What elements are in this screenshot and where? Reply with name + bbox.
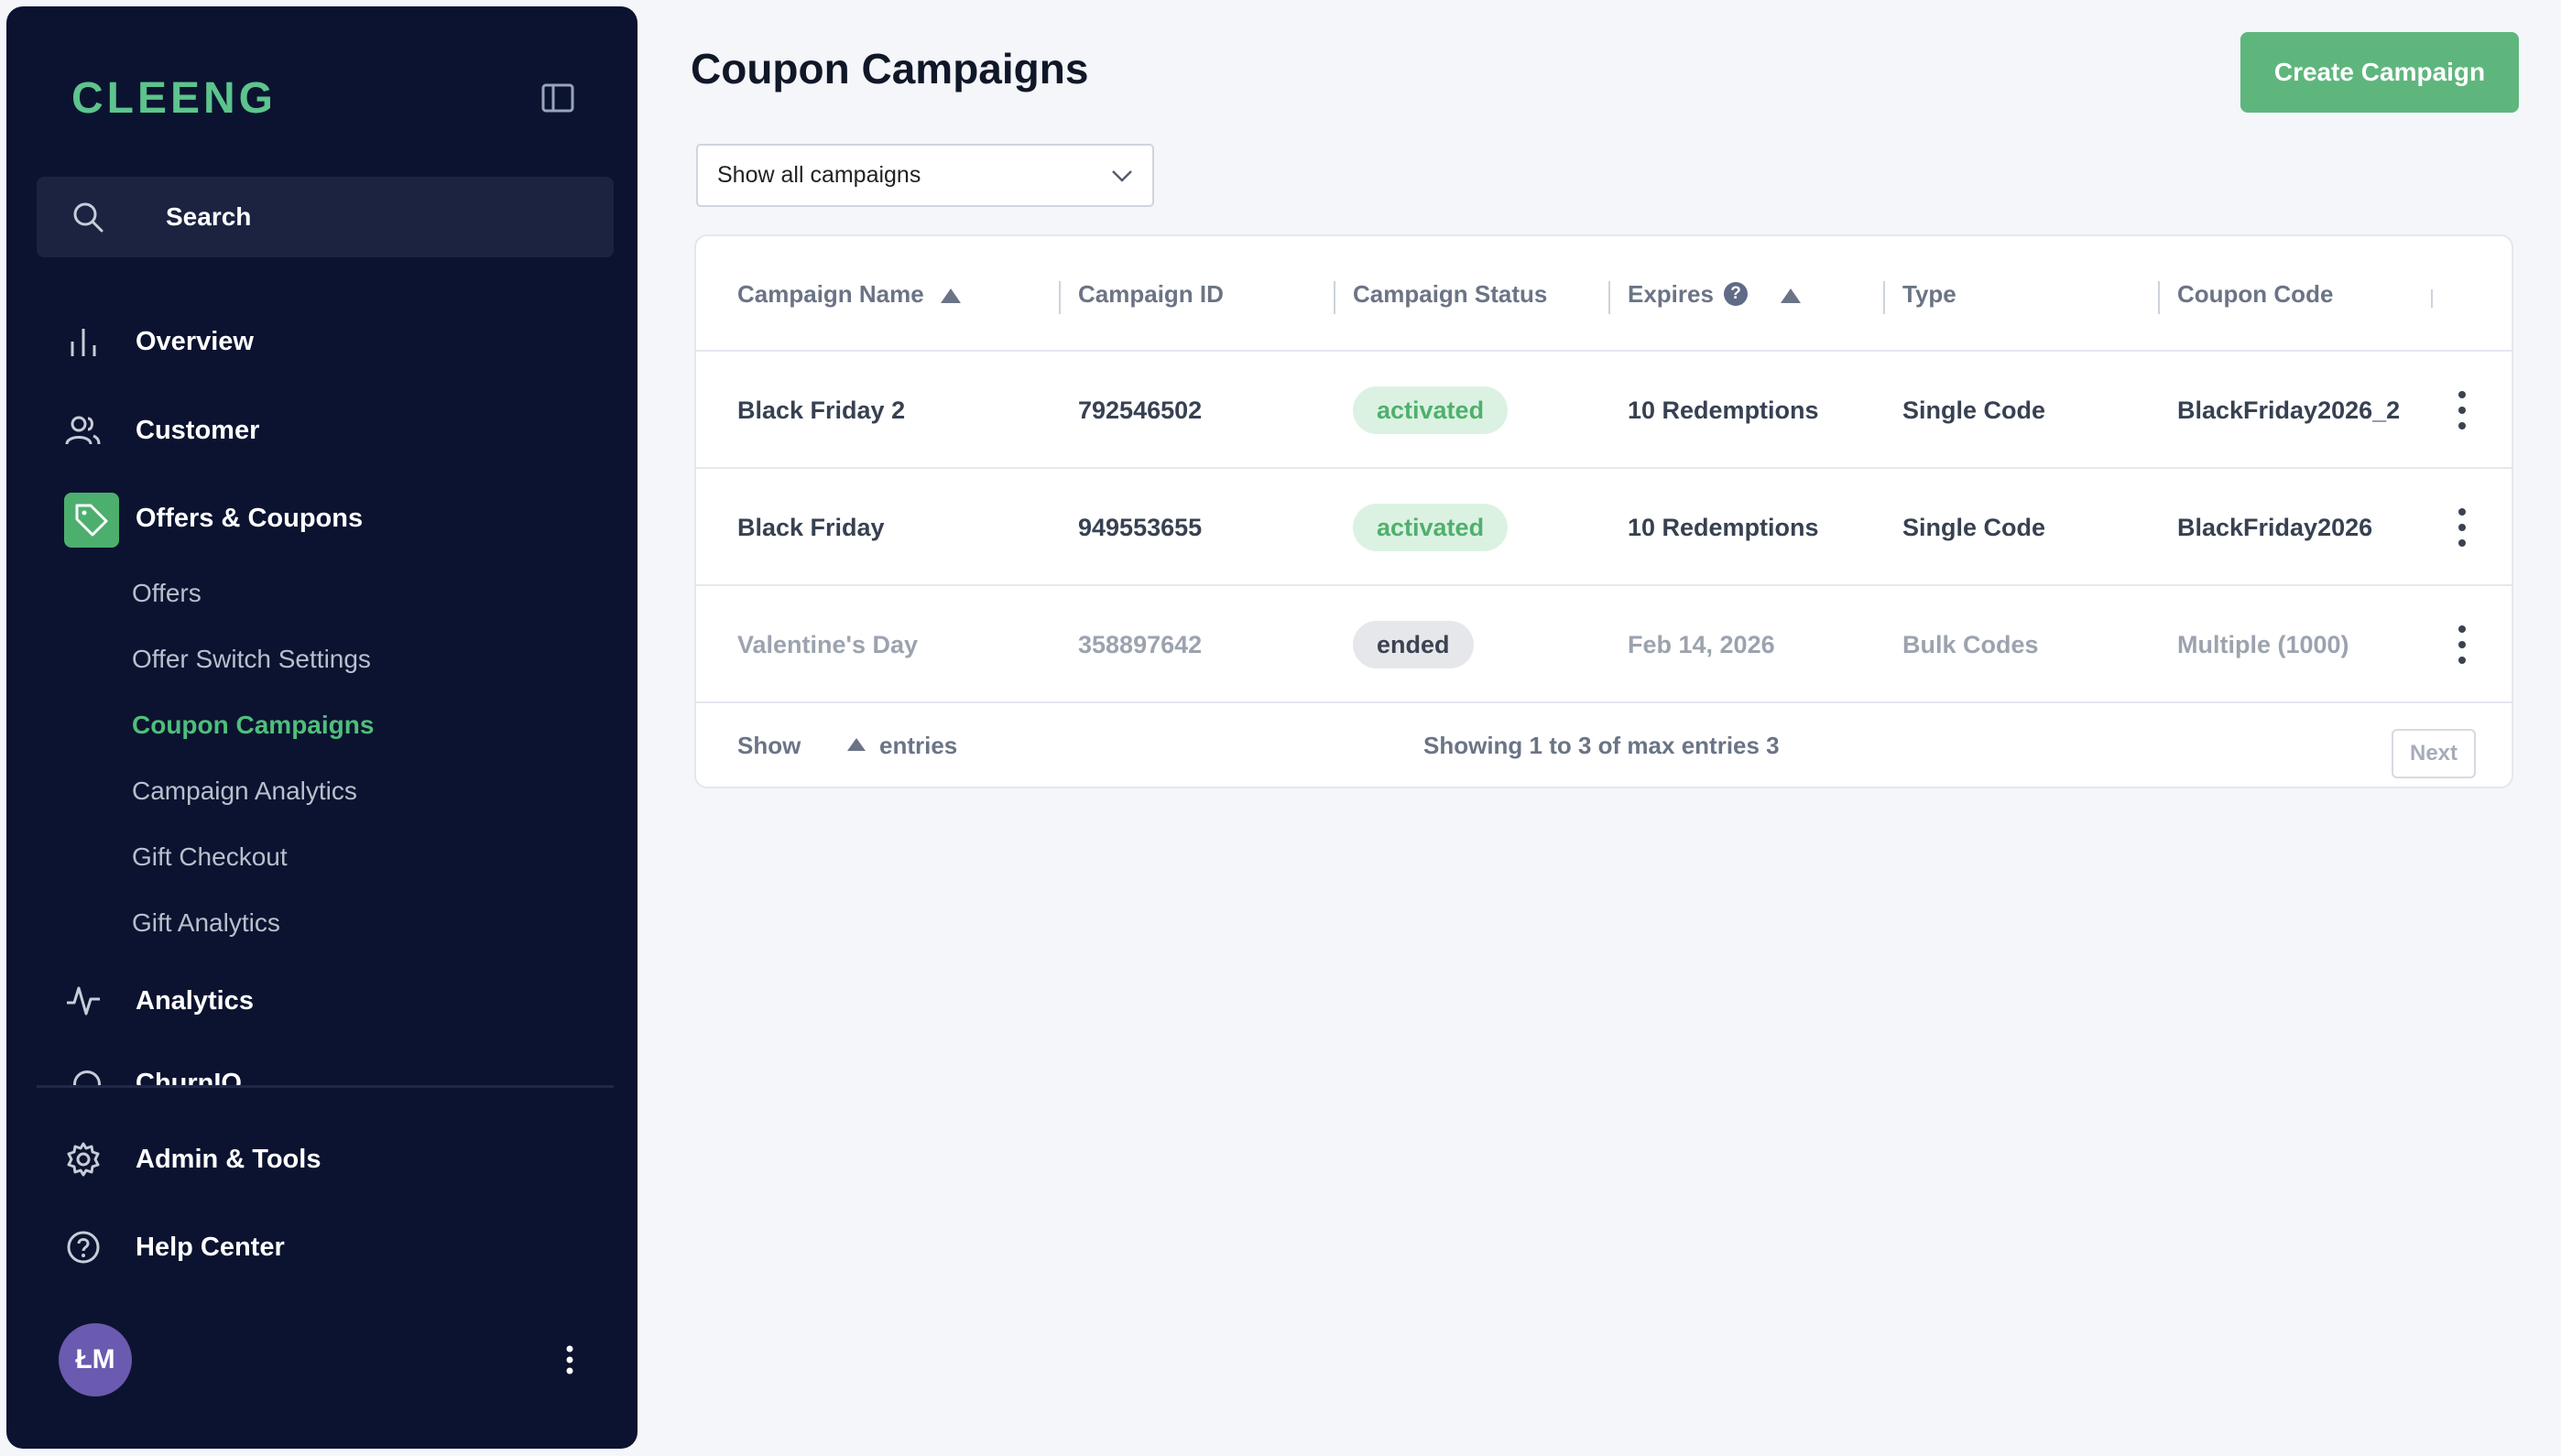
bar-chart-icon	[61, 320, 105, 364]
cell-campaign-name: Black Friday	[737, 514, 885, 541]
column-header-expires[interactable]: Expires	[1628, 236, 1714, 352]
cell-coupon-code: BlackFriday2026	[2177, 514, 2373, 541]
cell-expires: Feb 14, 2026	[1628, 631, 1775, 658]
page-title: Coupon Campaigns	[691, 45, 1089, 92]
row-actions-button[interactable]	[2444, 621, 2480, 668]
churniq-icon	[73, 1070, 101, 1085]
nav-item-help-center[interactable]: Help Center	[37, 1214, 614, 1280]
table-row[interactable]: Valentine's Day 358897642 ended Feb 14, …	[696, 586, 2512, 703]
users-icon	[61, 408, 105, 452]
cell-type: Single Code	[1902, 514, 2046, 541]
search-input[interactable]: Search	[37, 177, 614, 257]
more-vertical-icon	[566, 1345, 573, 1375]
column-header-coupon-code[interactable]: Coupon Code	[2177, 236, 2333, 352]
nav-item-customer[interactable]: Customer	[37, 397, 614, 463]
status-badge: activated	[1353, 386, 1509, 434]
cell-coupon-code: Multiple (1000)	[2177, 631, 2349, 658]
campaigns-table: Campaign Name Campaign ID Campaign Statu…	[694, 234, 2513, 788]
column-header-campaign-id[interactable]: Campaign ID	[1078, 236, 1224, 352]
help-icon[interactable]: ?	[1724, 282, 1748, 306]
sort-asc-icon[interactable]	[1779, 287, 1803, 305]
column-separator	[1334, 281, 1335, 314]
filter-selected-value: Show all campaigns	[717, 162, 921, 188]
sidebar-toggle-icon	[541, 83, 574, 113]
cell-coupon-code: BlackFriday2026_2	[2177, 397, 2401, 424]
table-header: Campaign Name Campaign ID Campaign Statu…	[696, 236, 2512, 352]
nav-item-churniq[interactable]: ChurnIQ	[37, 1059, 614, 1085]
sidebar: CLEENG Search Overview Customer Offers &…	[6, 6, 638, 1449]
sidebar-collapse-button[interactable]	[538, 78, 578, 118]
campaign-filter-select[interactable]: Show all campaigns	[696, 144, 1154, 207]
column-separator	[1608, 281, 1610, 314]
help-circle-icon	[61, 1225, 105, 1269]
column-header-campaign-name[interactable]: Campaign Name	[737, 236, 924, 352]
next-page-button[interactable]: Next	[2392, 729, 2476, 778]
nav-item-overview[interactable]: Overview	[37, 309, 614, 375]
nav-label-analytics: Analytics	[136, 986, 254, 1016]
column-header-campaign-status[interactable]: Campaign Status	[1353, 236, 1547, 352]
nav-label-overview: Overview	[136, 327, 254, 356]
search-icon	[73, 202, 104, 233]
nav-label-offers-coupons: Offers & Coupons	[136, 504, 364, 533]
activity-icon	[61, 979, 105, 1023]
cell-campaign-name: Black Friday 2	[737, 397, 906, 424]
sub-item-offers[interactable]: Offers	[132, 568, 202, 619]
nav-item-admin-tools[interactable]: Admin & Tools	[37, 1126, 614, 1192]
nav-label-customer: Customer	[136, 416, 260, 445]
svg-text:CLEENG: CLEENG	[71, 74, 277, 122]
page-size-value: Show 15	[737, 732, 801, 759]
cell-type: Single Code	[1902, 397, 2046, 424]
sub-item-campaign-analytics[interactable]: Campaign Analytics	[132, 766, 357, 817]
table-footer: Show 15 entries Showing 1 to 3 of max en…	[696, 703, 2512, 787]
column-separator	[2158, 281, 2160, 314]
sub-item-coupon-campaigns[interactable]: Coupon Campaigns	[132, 700, 374, 751]
column-separator	[2431, 289, 2433, 308]
cell-expires: 10 Redemptions	[1628, 397, 1819, 424]
cell-expires: 10 Redemptions	[1628, 514, 1819, 541]
caret-up-icon	[847, 738, 866, 751]
gear-icon	[61, 1137, 105, 1181]
tag-icon	[64, 493, 119, 548]
sub-item-offer-switch-settings[interactable]: Offer Switch Settings	[132, 634, 371, 685]
nav-label-admin-tools: Admin & Tools	[136, 1145, 321, 1174]
entries-label: entries	[879, 732, 958, 759]
row-actions-button[interactable]	[2444, 386, 2480, 434]
more-vertical-icon	[2458, 391, 2466, 429]
column-separator	[1059, 281, 1061, 314]
more-vertical-icon	[2458, 508, 2466, 547]
sub-item-gift-checkout[interactable]: Gift Checkout	[132, 831, 288, 883]
cell-campaign-id: 792546502	[1078, 397, 1203, 424]
row-actions-button[interactable]	[2444, 504, 2480, 551]
cell-campaign-id: 949553655	[1078, 514, 1203, 541]
sort-asc-icon[interactable]	[939, 287, 963, 305]
status-badge: activated	[1353, 504, 1509, 551]
column-header-type[interactable]: Type	[1902, 236, 1956, 352]
search-label: Search	[166, 202, 252, 231]
cell-type: Bulk Codes	[1902, 631, 2039, 658]
user-menu-button[interactable]	[551, 1339, 588, 1381]
status-badge: ended	[1353, 621, 1474, 668]
table-row[interactable]: Black Friday 2 792546502 activated 10 Re…	[696, 352, 2512, 469]
user-avatar[interactable]: ŁM	[59, 1323, 132, 1396]
column-separator	[1883, 281, 1885, 314]
more-vertical-icon	[2458, 625, 2466, 664]
nav-label-churniq: ChurnIQ	[136, 1069, 242, 1085]
create-campaign-button[interactable]: Create Campaign	[2240, 32, 2519, 113]
table-row[interactable]: Black Friday 949553655 activated 10 Rede…	[696, 469, 2512, 586]
chevron-down-icon	[1112, 170, 1132, 182]
pagination-summary: Showing 1 to 3 of max entries 3	[1423, 732, 1780, 759]
nav-item-offers-coupons[interactable]: Offers & Coupons	[37, 485, 614, 551]
cell-campaign-name: Valentine's Day	[737, 631, 919, 658]
sub-item-gift-analytics[interactable]: Gift Analytics	[132, 897, 280, 949]
nav-label-help-center: Help Center	[136, 1233, 285, 1262]
cleeng-logo[interactable]: CLEENG	[71, 72, 328, 122]
sidebar-divider	[37, 1085, 614, 1088]
cell-campaign-id: 358897642	[1078, 631, 1203, 658]
nav-item-analytics[interactable]: Analytics	[37, 968, 614, 1034]
